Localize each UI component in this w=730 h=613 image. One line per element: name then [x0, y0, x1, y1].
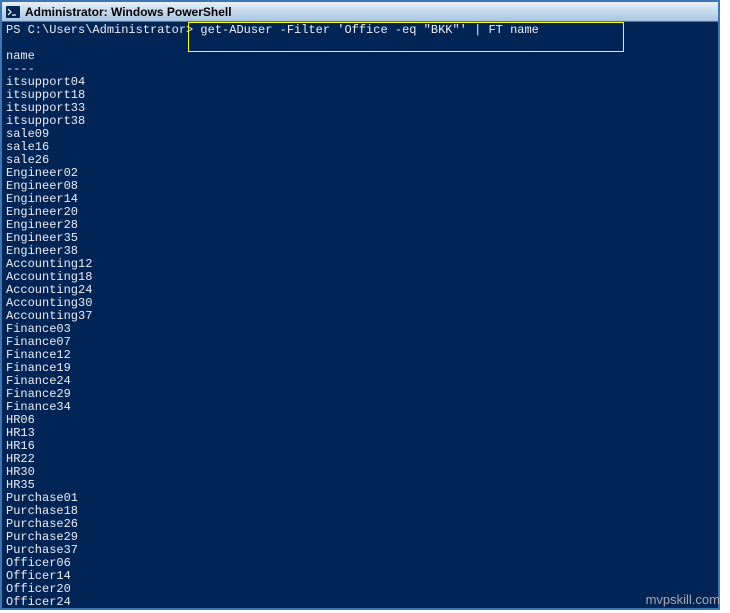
result-row: Purchase18	[6, 505, 714, 518]
result-row: Engineer02	[6, 167, 714, 180]
result-row: Finance12	[6, 349, 714, 362]
result-row: Engineer28	[6, 219, 714, 232]
result-row: HR30	[6, 466, 714, 479]
result-row: Officer14	[6, 570, 714, 583]
result-row: HR06	[6, 414, 714, 427]
result-row: Officer20	[6, 583, 714, 596]
blank-line	[6, 37, 714, 50]
result-row: Accounting37	[6, 310, 714, 323]
result-row: HR13	[6, 427, 714, 440]
window-title: Administrator: Windows PowerShell	[25, 5, 232, 19]
result-row: Officer24	[6, 596, 714, 608]
result-row: Finance03	[6, 323, 714, 336]
results-list: itsupport04itsupport18itsupport33itsuppo…	[6, 76, 714, 608]
powershell-icon	[5, 4, 21, 20]
result-row: Purchase37	[6, 544, 714, 557]
result-row: HR16	[6, 440, 714, 453]
result-row: Accounting18	[6, 271, 714, 284]
column-dashes: ----	[6, 63, 714, 76]
result-row: Engineer38	[6, 245, 714, 258]
result-row: Finance24	[6, 375, 714, 388]
result-row: HR35	[6, 479, 714, 492]
result-row: itsupport18	[6, 89, 714, 102]
result-row: Finance34	[6, 401, 714, 414]
result-row: Accounting24	[6, 284, 714, 297]
result-row: Engineer20	[6, 206, 714, 219]
result-row: sale26	[6, 154, 714, 167]
result-row: sale09	[6, 128, 714, 141]
result-row: Purchase01	[6, 492, 714, 505]
result-row: Purchase26	[6, 518, 714, 531]
result-row: Engineer14	[6, 193, 714, 206]
result-row: Engineer35	[6, 232, 714, 245]
result-row: itsupport33	[6, 102, 714, 115]
powershell-window: Administrator: Windows PowerShell PS C:\…	[0, 0, 720, 610]
watermark-text: mvpskill.com	[646, 592, 720, 607]
console-output[interactable]: PS C:\Users\Administrator> get-ADuser -F…	[2, 22, 718, 608]
result-row: Accounting12	[6, 258, 714, 271]
result-row: Finance19	[6, 362, 714, 375]
result-row: sale16	[6, 141, 714, 154]
result-row: Engineer08	[6, 180, 714, 193]
window-titlebar[interactable]: Administrator: Windows PowerShell	[2, 2, 718, 22]
result-row: Purchase29	[6, 531, 714, 544]
result-row: Accounting30	[6, 297, 714, 310]
result-row: Finance29	[6, 388, 714, 401]
result-row: Officer06	[6, 557, 714, 570]
result-row: itsupport04	[6, 76, 714, 89]
command-prompt-line: PS C:\Users\Administrator> get-ADuser -F…	[6, 24, 714, 37]
column-header: name	[6, 50, 714, 63]
result-row: Finance07	[6, 336, 714, 349]
result-row: HR22	[6, 453, 714, 466]
result-row: itsupport38	[6, 115, 714, 128]
